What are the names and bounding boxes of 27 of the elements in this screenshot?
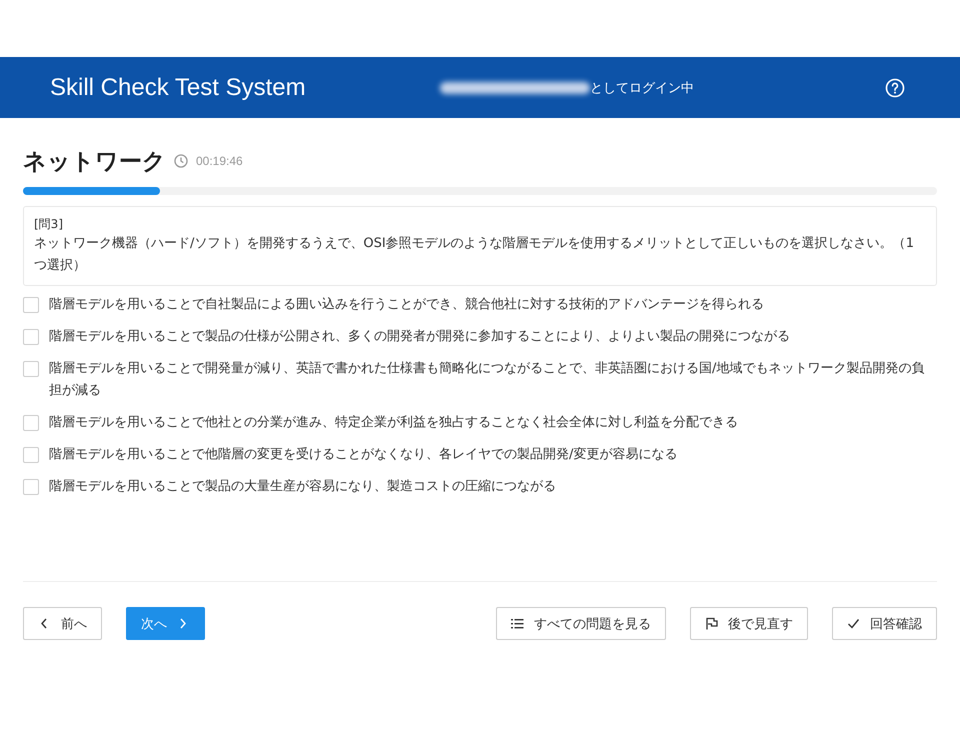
option-label[interactable]: 階層モデルを用いることで他社との分業が進み、特定企業が利益を独占することなく社会全体に対し利益を分配できる [49, 412, 738, 434]
checkbox[interactable] [23, 447, 39, 463]
timer: 00:19:46 [196, 154, 243, 168]
option-label[interactable]: 階層モデルを用いることで開発量が減り、英語で書かれた仕様書も簡略化につながることで、非英語圏における国/地域でもネットワーク製品開発の負担が減る [49, 358, 937, 402]
list-button[interactable]: すべての問題を見る [496, 607, 666, 640]
quiz-title: ネットワーク [23, 148, 166, 176]
checkbox[interactable] [23, 479, 39, 495]
flag-button[interactable]: 後で見直す [690, 607, 808, 640]
flag-icon [705, 617, 718, 630]
login-status: としてログイン中 [590, 80, 694, 96]
list-icon [511, 617, 524, 630]
checkbox[interactable] [23, 297, 39, 313]
option-label[interactable]: 階層モデルを用いることで製品の仕様が公開され、多くの開発者が開発に参加することにより、よりよい製品の開発につながる [49, 326, 790, 348]
checkbox[interactable] [23, 361, 39, 377]
checkbox[interactable] [23, 415, 39, 431]
option-label[interactable]: 階層モデルを用いることで製品の大量生産が容易になり、製造コストの圧縮につながる [49, 476, 556, 498]
help-icon[interactable] [885, 78, 905, 98]
check-icon [847, 617, 860, 630]
clock-icon [174, 154, 188, 168]
confirm-button[interactable]: 回答確認 [832, 607, 937, 640]
question-text: ネットワーク機器（ハード/ソフト）を開発するうえで、OSI参照モデルのような階層モデルを使用するメリットとして正しいものを選択しなさい。（1つ選択） [34, 235, 915, 275]
option-label[interactable]: 階層モデルを用いることで自社製品による囲い込みを行うことができ、競合他社に対する技術的アドバンテージを得られる [49, 294, 764, 316]
app-title: Skill Check Test System [50, 74, 307, 102]
question-number: [問3] [34, 216, 64, 233]
option-label[interactable]: 階層モデルを用いることで他階層の変更を受けることがなくなり、各レイヤでの製品開発/変更が容易になる [49, 444, 678, 466]
prev-button[interactable]: 前へ [23, 607, 102, 640]
checkbox[interactable] [23, 329, 39, 345]
